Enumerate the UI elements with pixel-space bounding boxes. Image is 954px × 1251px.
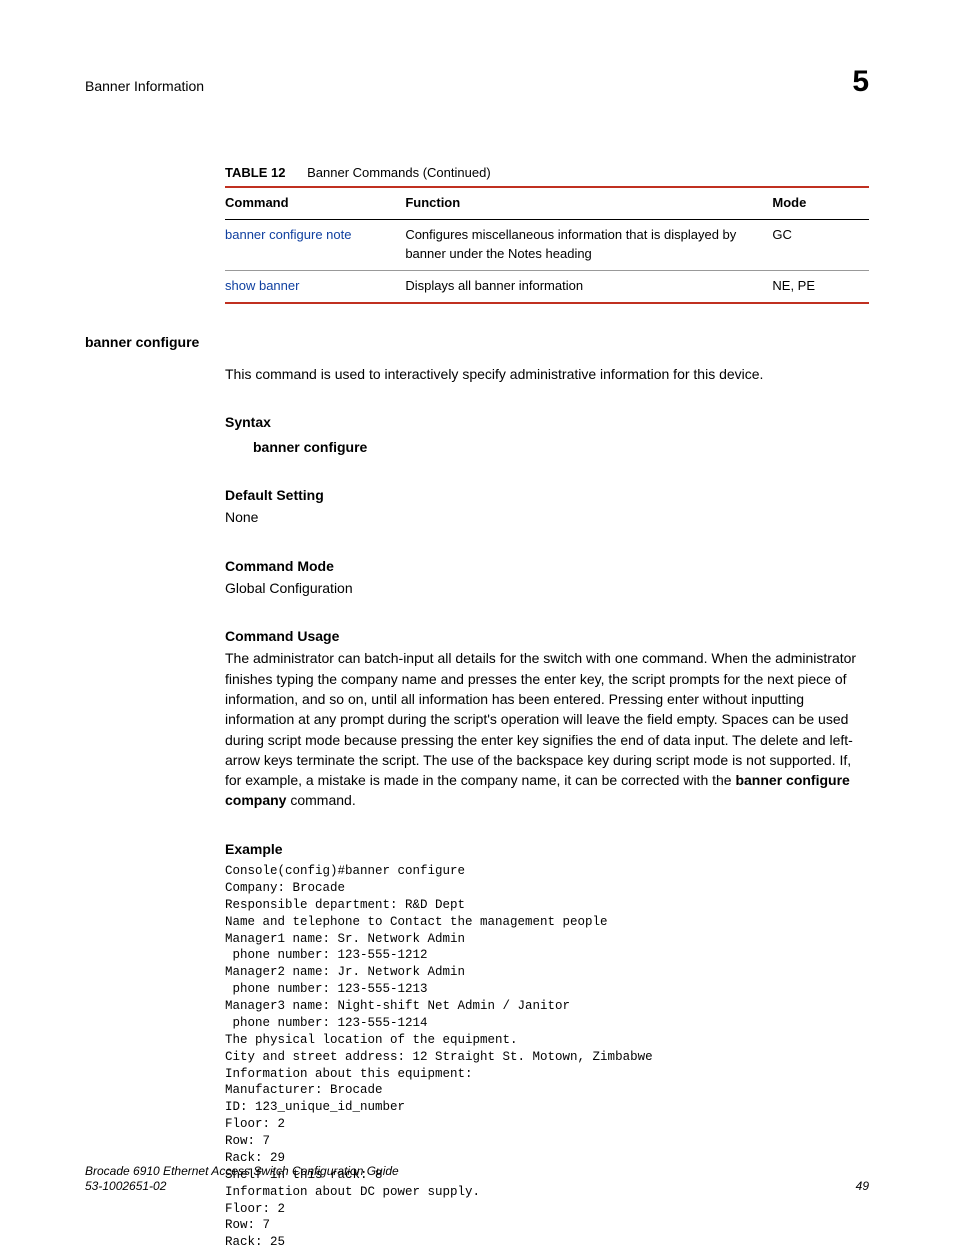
table-header-mode: Mode [772,187,869,219]
usage-text-part2: command. [286,792,355,808]
default-setting-label: Default Setting [225,485,869,505]
command-mode-label: Command Mode [225,556,869,576]
footer-page-number: 49 [856,1178,869,1195]
command-function: Displays all banner information [405,270,772,302]
default-setting-value: None [225,507,869,527]
header-chapter-number: 5 [852,60,869,104]
command-link[interactable]: banner configure note [225,227,351,242]
command-mode: NE, PE [772,270,869,302]
command-name-heading: banner configure [85,332,869,352]
command-table: Command Function Mode banner configure n… [225,186,869,303]
command-usage-text: The administrator can batch-input all de… [225,648,869,810]
page-header: Banner Information 5 [85,60,869,104]
syntax-value: banner configure [253,437,869,457]
table-caption-label: TABLE 12 [225,165,285,180]
command-mode-value: Global Configuration [225,578,869,598]
table-caption: TABLE 12 Banner Commands (Continued) [225,164,869,183]
table-caption-text: Banner Commands (Continued) [307,165,491,180]
command-usage-label: Command Usage [225,626,869,646]
table-row: banner configure note Configures miscell… [225,220,869,271]
example-label: Example [225,839,869,859]
footer-doc-title: Brocade 6910 Ethernet Access Switch Conf… [85,1164,399,1180]
command-description: This command is used to interactively sp… [225,364,869,384]
header-section-title: Banner Information [85,76,204,96]
table-row: show banner Displays all banner informat… [225,270,869,302]
table-header-function: Function [405,187,772,219]
usage-text-part1: The administrator can batch-input all de… [225,650,856,788]
page-footer: Brocade 6910 Ethernet Access Switch Conf… [85,1164,869,1195]
command-mode: GC [772,220,869,271]
footer-doc-number: 53-1002651-02 [85,1179,399,1195]
syntax-label: Syntax [225,412,869,432]
command-function: Configures miscellaneous information tha… [405,220,772,271]
table-header-command: Command [225,187,405,219]
command-link[interactable]: show banner [225,278,299,293]
